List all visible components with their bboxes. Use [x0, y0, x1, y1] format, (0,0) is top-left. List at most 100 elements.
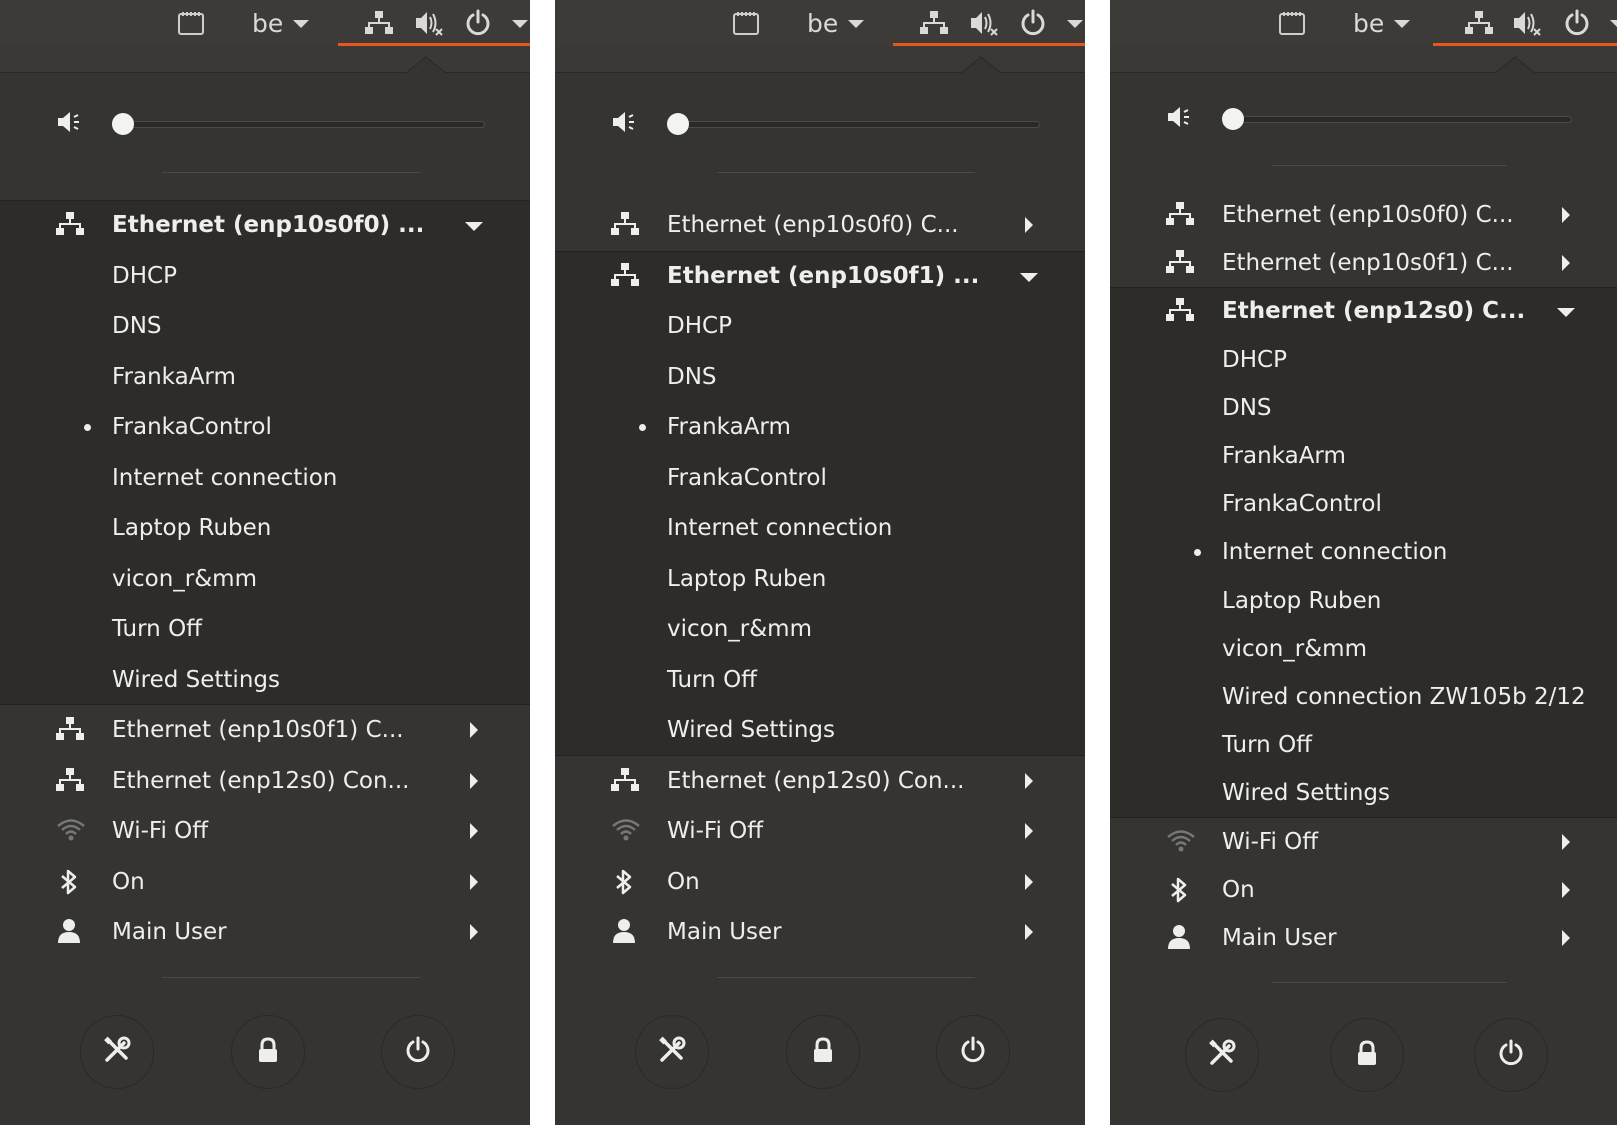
connection-item[interactable]: FrankaArm [1110, 432, 1617, 480]
settings-button[interactable] [80, 1015, 154, 1089]
connection-item[interactable]: Turn Off [0, 604, 530, 655]
chevron-right-icon [1025, 823, 1033, 840]
connection-item[interactable]: Laptop Ruben [555, 554, 1085, 605]
connection-item[interactable]: vicon_r&mm [1110, 625, 1617, 673]
speaker-muted-icon[interactable] [1512, 8, 1542, 38]
menu-item-network-wired[interactable]: Ethernet (enp10s0f0) C... [1110, 191, 1617, 239]
connection-item[interactable]: DHCP [555, 301, 1085, 352]
power-icon[interactable] [1563, 8, 1591, 38]
bluetooth-icon [611, 868, 641, 896]
connection-item[interactable]: Turn Off [555, 655, 1085, 706]
connection-item[interactable]: Internet connection [0, 453, 530, 504]
system-menu-panel-3: be Ethernet (enp10s0f0) C... Ethernet (enp… [1110, 0, 1617, 1125]
connection-item[interactable]: Turn Off [1110, 721, 1617, 769]
lock-button[interactable] [1330, 1018, 1404, 1092]
volume-slider[interactable] [667, 121, 1040, 128]
connection-item[interactable]: Wired Settings [0, 655, 530, 706]
menu-item-network-wired[interactable]: Ethernet (enp10s0f0) ... [0, 200, 530, 251]
connection-item[interactable]: Laptop Ruben [1110, 577, 1617, 625]
connection-item[interactable]: FrankaArm [555, 402, 1085, 453]
separator [162, 977, 420, 978]
volume-slider-handle[interactable] [112, 113, 134, 135]
menu-item-bluetooth[interactable]: On [0, 857, 530, 908]
connection-item[interactable]: vicon_r&mm [555, 604, 1085, 655]
connection-label: Wired Settings [1222, 780, 1390, 807]
chevron-down-icon[interactable] [1610, 8, 1617, 38]
menu-item-wifi[interactable]: Wi-Fi Off [555, 806, 1085, 857]
keyboard-layout-indicator[interactable]: be [807, 8, 865, 38]
clipboard-icon[interactable] [177, 8, 205, 38]
speaker-muted-icon[interactable] [414, 8, 444, 38]
chevron-right-icon [1025, 772, 1033, 789]
connection-item[interactable]: DNS [0, 301, 530, 352]
connection-label: FrankaControl [667, 464, 827, 491]
settings-button[interactable] [635, 1015, 709, 1089]
connection-item[interactable]: FrankaControl [1110, 480, 1617, 528]
connection-item[interactable]: DHCP [0, 251, 530, 302]
connection-item[interactable]: Wired Settings [555, 705, 1085, 756]
menu-item-bluetooth[interactable]: On [1110, 866, 1617, 914]
chevron-right-icon [470, 873, 478, 890]
connection-item[interactable]: vicon_r&mm [0, 554, 530, 605]
settings-button[interactable] [1185, 1018, 1259, 1092]
connection-item[interactable]: Internet connection [555, 503, 1085, 554]
connection-item[interactable]: DNS [1110, 384, 1617, 432]
keyboard-layout-label: be [252, 8, 284, 38]
menu-item-wifi[interactable]: Wi-Fi Off [0, 806, 530, 857]
connection-item[interactable]: Wired connection ZW105b 2/12 [1110, 673, 1617, 721]
connection-item[interactable]: DHCP [1110, 336, 1617, 384]
keyboard-layout-indicator[interactable]: be [252, 8, 310, 38]
clipboard-icon[interactable] [1278, 8, 1306, 38]
power-off-button[interactable] [1474, 1018, 1548, 1092]
keyboard-layout-indicator[interactable]: be [1353, 8, 1411, 38]
volume-slider[interactable] [1222, 116, 1572, 123]
menu-item-user[interactable]: Main User [555, 907, 1085, 958]
speaker-muted-icon[interactable] [1166, 104, 1198, 132]
lock-button[interactable] [231, 1015, 305, 1089]
menu-item-network-wired[interactable]: Ethernet (enp10s0f1) ... [555, 251, 1085, 302]
menu-item-network-wired[interactable]: Ethernet (enp10s0f1) C... [0, 705, 530, 756]
connection-label: FrankaControl [1222, 491, 1382, 518]
volume-slider-handle[interactable] [1222, 108, 1244, 130]
connection-item[interactable]: FrankaControl [555, 453, 1085, 504]
connection-label: DNS [667, 363, 717, 390]
power-off-button[interactable] [936, 1015, 1010, 1089]
connection-item[interactable]: FrankaControl [0, 402, 530, 453]
volume-slider[interactable] [112, 121, 485, 128]
speaker-muted-icon[interactable] [611, 109, 643, 137]
menu-item-network-wired[interactable]: Ethernet (enp12s0) C... [1110, 287, 1617, 335]
volume-row [555, 101, 1085, 145]
menu-item-user[interactable]: Main User [1110, 914, 1617, 962]
menu-item-bluetooth[interactable]: On [555, 857, 1085, 908]
network-wired-icon[interactable] [1465, 8, 1493, 38]
top-bar: be [555, 0, 1085, 46]
speaker-muted-icon[interactable] [969, 8, 999, 38]
speaker-muted-icon[interactable] [56, 109, 88, 137]
menu-item-wifi[interactable]: Wi-Fi Off [1110, 818, 1617, 866]
lock-button[interactable] [786, 1015, 860, 1089]
network-wired-icon[interactable] [920, 8, 948, 38]
clipboard-icon[interactable] [732, 8, 760, 38]
power-off-button[interactable] [381, 1015, 455, 1089]
connection-item[interactable]: Wired Settings [1110, 769, 1617, 817]
chevron-right-icon [1562, 833, 1570, 850]
connection-item[interactable]: Internet connection [1110, 528, 1617, 576]
menu-item-network-wired[interactable]: Ethernet (enp10s0f0) C... [555, 200, 1085, 251]
menu-item-user[interactable]: Main User [0, 907, 530, 958]
connection-label: Wired Settings [667, 717, 835, 744]
lock-icon [1354, 1039, 1380, 1071]
connection-label: vicon_r&mm [1222, 635, 1367, 662]
connection-item[interactable]: DNS [555, 352, 1085, 403]
connection-item[interactable]: FrankaArm [0, 352, 530, 403]
power-icon[interactable] [1019, 8, 1047, 38]
volume-row [1110, 96, 1617, 140]
connection-item[interactable]: Laptop Ruben [0, 503, 530, 554]
volume-slider-handle[interactable] [667, 113, 689, 135]
chevron-down-icon[interactable] [1067, 8, 1083, 38]
network-wired-icon[interactable] [365, 8, 393, 38]
power-icon[interactable] [464, 8, 492, 38]
chevron-down-icon[interactable] [512, 8, 528, 38]
menu-item-network-wired[interactable]: Ethernet (enp12s0) Con... [0, 756, 530, 807]
menu-item-network-wired[interactable]: Ethernet (enp10s0f1) C... [1110, 239, 1617, 287]
menu-item-network-wired[interactable]: Ethernet (enp12s0) Con... [555, 756, 1085, 807]
